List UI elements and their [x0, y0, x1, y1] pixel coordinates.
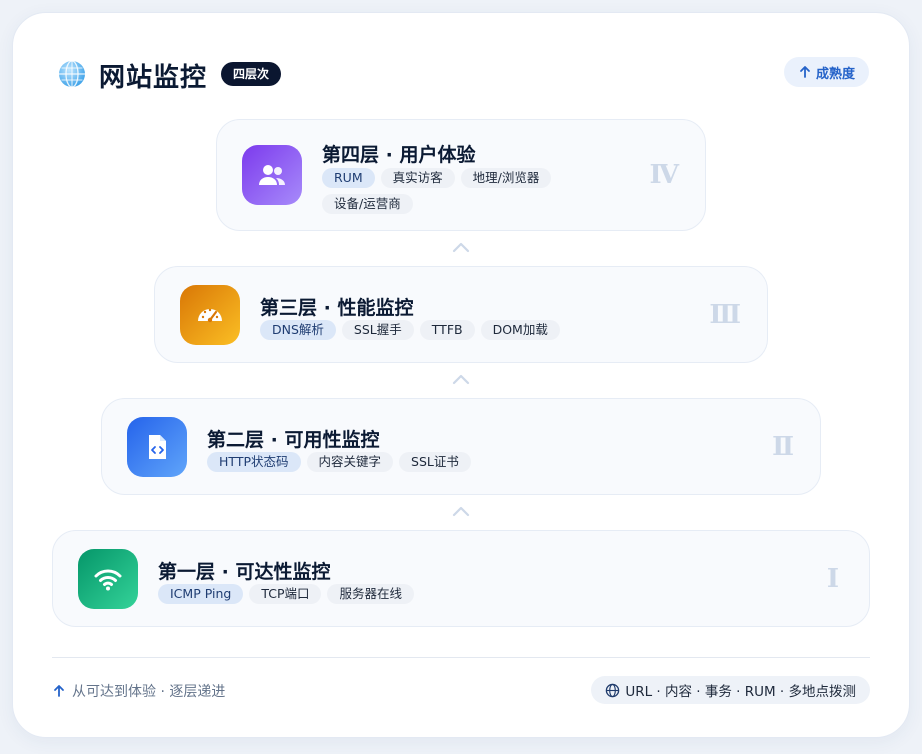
wifi-icon	[94, 569, 122, 590]
tag: DOM加载	[480, 320, 560, 340]
layer-1-icon-box	[78, 548, 138, 609]
code-file-icon	[149, 434, 166, 459]
footer-note-text: 从可达到体验 · 逐层递进	[72, 684, 226, 700]
tag: HTTP状态码	[207, 452, 301, 472]
tag: 内容关键字	[306, 452, 394, 472]
tag: 设备/运营商	[322, 194, 413, 214]
layer-2-numeral: Ⅱ	[772, 431, 794, 462]
page-title: 网站监控	[99, 63, 208, 93]
maturity-button[interactable]: 成熟度	[783, 57, 869, 87]
layer-2-card[interactable]: 第二层 · 可用性监控 HTTP状态码 内容关键字 SSL证书 Ⅱ	[101, 398, 821, 495]
layer-4-icon-box	[242, 145, 302, 205]
users-icon	[259, 165, 285, 185]
tag: 地理/浏览器	[460, 168, 552, 188]
layer-4-numeral: Ⅳ	[649, 160, 679, 190]
chevron-up-icon	[452, 374, 470, 385]
layer-4-tags: RUM 真实访客 地理/浏览器 设备/运营商	[322, 168, 592, 214]
layer-4-title: 第四层 · 用户体验	[322, 144, 476, 166]
layer-1-tags: ICMP Ping TCP端口 服务器在线	[158, 584, 558, 604]
tag: DNS解析	[260, 320, 336, 340]
divider	[52, 657, 870, 658]
tag: TTFB	[419, 320, 475, 340]
chevron-up-icon	[452, 506, 470, 517]
tag: RUM	[322, 168, 375, 188]
tag: ICMP Ping	[158, 584, 244, 604]
layer-1-numeral: Ⅰ	[826, 563, 839, 594]
layer-2-title: 第二层 · 可用性监控	[207, 429, 380, 451]
tag: 真实访客	[380, 168, 455, 188]
footer-capabilities-text: URL · 内容 · 事务 · RUM · 多地点拨测	[625, 684, 856, 700]
header: 网站监控 四层次 成熟度	[57, 57, 869, 93]
layer-4-card[interactable]: 第四层 · 用户体验 RUM 真实访客 地理/浏览器 设备/运营商 Ⅳ	[216, 119, 706, 231]
speedometer-icon	[198, 308, 222, 322]
layer-1-card[interactable]: 第一层 · 可达性监控 ICMP Ping TCP端口 服务器在线 Ⅰ	[52, 530, 870, 627]
chevron-up-icon	[452, 242, 470, 253]
footer-capabilities-pill: URL · 内容 · 事务 · RUM · 多地点拨测	[591, 676, 870, 704]
tag: 服务器在线	[327, 584, 414, 604]
layer-3-tags: DNS解析 SSL握手 TTFB DOM加载	[260, 320, 640, 340]
layer-2-icon-box	[127, 416, 187, 477]
tag: SSL证书	[399, 452, 471, 472]
globe-icon	[606, 683, 620, 697]
tag: SSL握手	[341, 320, 414, 340]
layer-3-numeral: Ⅲ	[709, 299, 741, 330]
layer-count-badge: 四层次	[221, 62, 282, 86]
arrow-up-icon	[54, 685, 64, 697]
tag: TCP端口	[249, 584, 322, 604]
arrow-up-icon	[800, 66, 810, 78]
layer-1-title: 第一层 · 可达性监控	[158, 561, 331, 583]
layer-2-tags: HTTP状态码 内容关键字 SSL证书	[207, 452, 607, 472]
layer-3-title: 第三层 · 性能监控	[260, 297, 414, 319]
layer-3-card[interactable]: 第三层 · 性能监控 DNS解析 SSL握手 TTFB DOM加载 Ⅲ	[154, 266, 768, 363]
globe-icon	[59, 60, 85, 88]
footer-note: 从可达到体验 · 逐层递进	[52, 681, 225, 701]
layer-3-icon-box	[180, 284, 240, 345]
maturity-button-label: 成熟度	[815, 66, 855, 82]
